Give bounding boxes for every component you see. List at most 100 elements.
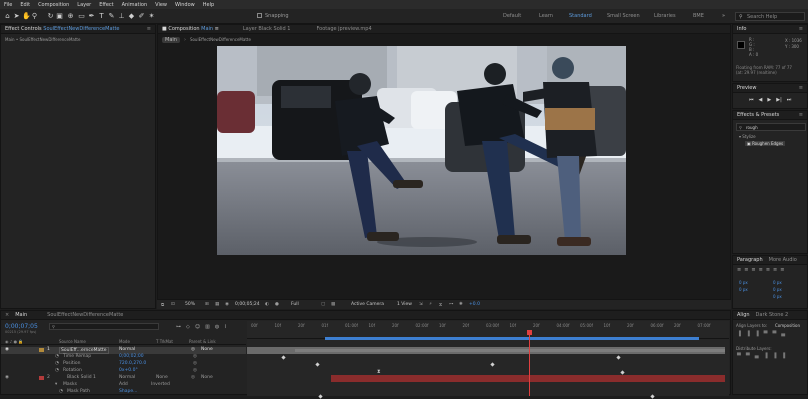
space-after-field[interactable]: 0 px: [773, 294, 782, 299]
align-left-icon[interactable]: ≡: [737, 267, 741, 273]
exposure-reset-icon[interactable]: ✺: [459, 302, 463, 307]
viewer-timecode[interactable]: 0;00;05;24: [235, 302, 260, 307]
selection-tool-icon[interactable]: ➤: [13, 12, 20, 20]
rotate-tool-icon[interactable]: ↻: [47, 12, 54, 20]
timeline-search-field[interactable]: ⚲: [49, 323, 159, 330]
align-bottom-edges-icon[interactable]: ▄: [781, 331, 785, 337]
effects-panel-menu-icon[interactable]: ≡: [799, 112, 803, 118]
frame-blending-icon[interactable]: ▥: [205, 324, 210, 330]
safe-area-icon[interactable]: ⊡: [171, 302, 175, 307]
menu-window[interactable]: Window: [175, 2, 195, 8]
layer-name[interactable]: SoulEff...ernceMatte: [59, 347, 109, 354]
distribute-v-center-icon[interactable]: ▀: [746, 353, 750, 359]
workspace-learn[interactable]: Learn: [539, 13, 553, 19]
tab-timeline-close-icon[interactable]: ×: [5, 312, 9, 318]
view-layout-dropdown[interactable]: 1 View: [397, 302, 412, 307]
align-top-edges-icon[interactable]: ▀: [764, 331, 768, 337]
keyframe[interactable]: [616, 355, 621, 360]
track-bar-layer-2[interactable]: [331, 375, 725, 382]
draft-3d-icon[interactable]: ◇: [186, 324, 190, 330]
tab-footage[interactable]: Footage jpreview.mp4: [316, 26, 371, 32]
layer-label-color[interactable]: [39, 348, 44, 352]
layer-parent[interactable]: None: [201, 347, 213, 352]
distribute-bottom-icon[interactable]: ▄: [755, 353, 759, 359]
distribute-right-icon[interactable]: ▐: [781, 353, 785, 359]
camera-tool-icon[interactable]: ▣: [56, 12, 63, 20]
col-trkmat[interactable]: T TrkMat: [156, 339, 173, 344]
menu-view[interactable]: View: [155, 2, 167, 8]
composition-frame[interactable]: [217, 46, 626, 255]
panel-menu-icon[interactable]: ≡: [147, 26, 151, 32]
layer-label-color[interactable]: [39, 376, 44, 380]
tab-effects-presets[interactable]: Effects & Presets: [737, 112, 779, 118]
menu-composition[interactable]: Composition: [38, 2, 69, 8]
graph-editor-icon[interactable]: ⌇: [224, 324, 226, 330]
menu-layer[interactable]: Layer: [77, 2, 91, 8]
search-help-field[interactable]: ⚲ Search Help: [735, 12, 805, 21]
home-icon[interactable]: ⌂: [4, 12, 11, 20]
col-mode[interactable]: Mode: [119, 339, 130, 344]
property-pickwhip-icon[interactable]: ◎: [193, 368, 197, 373]
keyframe[interactable]: [490, 362, 495, 367]
layer-trkmat[interactable]: None: [156, 375, 168, 380]
play-icon[interactable]: ▶: [767, 97, 771, 103]
work-area-bar[interactable]: [325, 337, 699, 340]
property-row[interactable]: ◔ Rotation 0x+0.0° ◎: [1, 368, 246, 375]
property-value[interactable]: 0;00;02;00: [119, 354, 144, 359]
always-preview-icon[interactable]: ⧉: [161, 302, 164, 308]
pan-behind-tool-icon[interactable]: ⊕: [67, 12, 74, 20]
justify-center-icon[interactable]: ≡: [766, 267, 770, 273]
layer-visibility-icon[interactable]: ◉: [5, 347, 9, 352]
pen-tool-icon[interactable]: ✒: [88, 12, 95, 20]
transparency-grid-icon[interactable]: ▦: [215, 302, 219, 307]
align-to-dropdown[interactable]: Composition: [775, 323, 800, 328]
align-right-edges-icon[interactable]: ▐: [755, 331, 759, 337]
distribute-top-icon[interactable]: ▀: [737, 353, 741, 359]
align-h-center-icon[interactable]: ▐: [746, 331, 750, 337]
timeline-timecode[interactable]: 0;00;07;05: [5, 323, 38, 330]
brush-tool-icon[interactable]: ✎: [108, 12, 115, 20]
show-snapshot-icon[interactable]: ●: [275, 302, 279, 307]
property-value[interactable]: 0x+0.0°: [119, 368, 138, 373]
stopwatch-icon[interactable]: ◔: [55, 368, 59, 373]
toggle-transparency-icon[interactable]: ▩: [331, 302, 335, 307]
keyframe[interactable]: [650, 394, 655, 399]
expand-arrow-icon[interactable]: ▾: [55, 382, 57, 387]
timeline-layer-row[interactable]: ◉ 1 SoulEff...ernceMatte Normal ◎ None: [1, 347, 246, 354]
tab-align[interactable]: Align: [737, 312, 750, 318]
flowchart-icon[interactable]: ⊶: [449, 302, 454, 307]
menu-effect[interactable]: Effect: [99, 2, 113, 8]
layer-parent[interactable]: None: [201, 375, 213, 380]
category-stylize[interactable]: ▾ Stylize: [739, 134, 756, 139]
timeline-link-icon[interactable]: ⧖: [439, 302, 442, 308]
tab-timeline-main[interactable]: Main: [15, 312, 27, 318]
menu-edit[interactable]: Edit: [20, 2, 30, 8]
property-value[interactable]: Shape...: [119, 389, 137, 394]
effect-roughen-edges[interactable]: ▣ Roughen Edges: [745, 141, 786, 146]
mask-visibility-icon[interactable]: ◉: [225, 302, 229, 307]
zoom-dropdown[interactable]: 50%: [185, 302, 195, 307]
prev-frame-icon[interactable]: ◀: [759, 97, 763, 103]
eraser-tool-icon[interactable]: ◆: [128, 12, 135, 20]
stopwatch-icon[interactable]: ◔: [55, 361, 59, 366]
first-frame-icon[interactable]: ⏮: [749, 97, 754, 103]
tab-paragraph[interactable]: Paragraph: [737, 257, 763, 263]
keyframe[interactable]: [620, 370, 625, 375]
tab-info[interactable]: Info: [737, 26, 746, 32]
justify-left-icon[interactable]: ≡: [759, 267, 763, 273]
align-v-center-icon[interactable]: ▀: [772, 331, 776, 337]
align-left-edges-icon[interactable]: ▐: [737, 331, 741, 337]
menu-help[interactable]: Help: [203, 2, 214, 8]
align-center-icon[interactable]: ≡: [744, 267, 748, 273]
playhead-handle[interactable]: [527, 330, 532, 335]
type-tool-icon[interactable]: T: [98, 12, 105, 20]
workspace-small-screen[interactable]: Small Screen: [607, 13, 640, 19]
menu-animation[interactable]: Animation: [122, 2, 148, 8]
zoom-tool-icon[interactable]: ⚲: [31, 12, 38, 20]
exposure-value[interactable]: +0.0: [469, 302, 480, 307]
region-of-interest-icon[interactable]: ▢: [321, 302, 325, 307]
keyframe-hold-icon[interactable]: ⧗: [377, 369, 381, 375]
puppet-tool-icon[interactable]: ✶: [148, 12, 155, 20]
grid-toggle-icon[interactable]: ⊞: [205, 302, 209, 307]
tab-preview[interactable]: Preview: [737, 85, 756, 91]
